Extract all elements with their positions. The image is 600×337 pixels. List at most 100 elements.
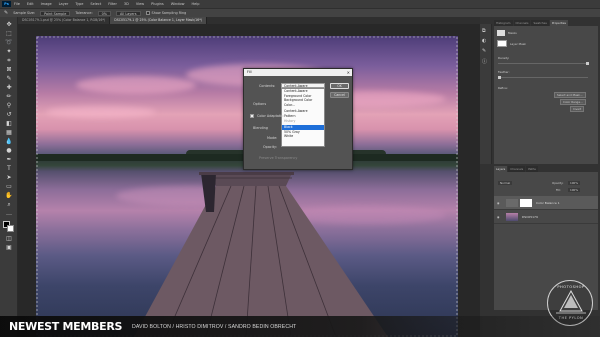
history-panel-icon[interactable]: ⧉: [482, 28, 486, 34]
density-slider[interactable]: [498, 62, 589, 65]
opacity-label: Opacity:: [263, 145, 277, 149]
visibility-eye-icon[interactable]: ◉: [497, 201, 499, 205]
properties-panel: Masks Layer Mask Density: Feather: Refin…: [494, 26, 598, 164]
zoom-tool-icon[interactable]: ⌕: [5, 201, 13, 209]
watermark-line-1: PHOTOSHOP: [557, 285, 585, 289]
menu-item-view[interactable]: View: [136, 2, 144, 6]
color-range-button[interactable]: Color Range...: [560, 99, 586, 105]
fill-dialog: Fill ✕ Contents: Content-Aware Content-A…: [243, 68, 353, 170]
image-thumbnail: [506, 213, 518, 221]
mask-thumbnail: [520, 199, 532, 207]
banner-title: NEWEST MEMBERS: [9, 320, 123, 333]
hand-tool-icon[interactable]: ✋: [5, 192, 13, 200]
shape-tool-icon[interactable]: ▭: [5, 183, 13, 191]
sample-size-label: Sample Size:: [13, 11, 36, 15]
menu-item-3d[interactable]: 3D: [124, 2, 129, 6]
gradient-tool-icon[interactable]: ▦: [5, 129, 13, 137]
menu-item-type[interactable]: Type: [75, 2, 83, 6]
blur-tool-icon[interactable]: 💧: [5, 138, 13, 146]
tolerance-input[interactable]: 0%: [97, 10, 112, 16]
info-panel-icon[interactable]: ⓘ: [482, 58, 487, 65]
adjustment-thumbnail: [506, 199, 518, 207]
panel-icon-strip: ⧉ ◐ ✎ ⓘ: [480, 24, 492, 164]
show-sampling-ring-checkbox[interactable]: Show Sampling Ring: [145, 11, 187, 15]
brush-settings-icon[interactable]: ✎: [482, 48, 486, 54]
contents-options-list: Content-Aware Foreground Color Background …: [281, 88, 325, 147]
menu-item-file[interactable]: File: [14, 2, 20, 6]
color-adaptation-label: Color Adaptation: [257, 114, 286, 118]
crop-tool-icon[interactable]: ⌗: [5, 57, 13, 65]
layer-name: Color Balance 1: [536, 201, 560, 205]
show-sampling-ring-label: Show Sampling Ring: [151, 11, 187, 15]
opacity-label: Opacity:: [552, 181, 564, 185]
background-color-swatch[interactable]: [7, 225, 14, 232]
banner-names: DAVID BOLTON / HRISTO DIMITROV / SANDRO …: [132, 324, 297, 330]
options-bar: ✎ Sample Size: Point Sample Tolerance: 0…: [0, 8, 600, 17]
feather-slider[interactable]: [498, 76, 588, 79]
layer-name: DSC05179: [522, 215, 538, 219]
layer-row[interactable]: ◉ Color Balance 1: [494, 196, 598, 210]
frame-tool-icon[interactable]: ⊠: [5, 66, 13, 74]
document-tabs: DSC05179-1.psd @ 25% (Color Balance 1, R…: [18, 17, 480, 24]
lasso-tool-icon[interactable]: ➰: [5, 39, 13, 47]
menu-item-window[interactable]: Window: [171, 2, 185, 6]
menu-item-image[interactable]: Image: [41, 2, 52, 6]
sample-size-select[interactable]: Point Sample: [40, 10, 71, 16]
healing-brush-tool-icon[interactable]: ✚: [5, 84, 13, 92]
clone-stamp-tool-icon[interactable]: ⚲: [5, 102, 13, 110]
adjustments-panel-icon[interactable]: ◐: [482, 38, 486, 44]
brush-tool-icon[interactable]: ✏: [5, 93, 13, 101]
contents-label: Contents:: [259, 84, 276, 88]
invert-button[interactable]: Invert: [570, 106, 585, 112]
menu-item-help[interactable]: Help: [192, 2, 200, 6]
blend-mode-select[interactable]: Normal: [498, 181, 513, 185]
newest-members-banner: NEWEST MEMBERS DAVID BOLTON / HRISTO DIM…: [0, 316, 600, 337]
preserve-transparency-label: Preserve Transparency: [259, 156, 298, 160]
photoshop-logo: Ps: [2, 1, 11, 7]
sample-layers-select[interactable]: All Layers: [116, 10, 141, 16]
masks-label: Masks: [508, 31, 517, 35]
doc-tab-2[interactable]: DSC05179-1 @ 25% (Color Balance 1, Layer…: [110, 17, 208, 24]
mask-thumbnail: [497, 30, 505, 36]
quick-select-tool-icon[interactable]: ✦: [5, 48, 13, 56]
type-tool-icon[interactable]: T: [5, 165, 13, 173]
canvas-area[interactable]: Fill ✕ Contents: Content-Aware Content-A…: [18, 24, 480, 337]
menu-item-filter[interactable]: Filter: [108, 2, 117, 6]
density-label: Density:: [498, 56, 510, 60]
pen-tool-icon[interactable]: ✒: [5, 156, 13, 164]
menu-item-select[interactable]: Select: [90, 2, 101, 6]
quick-mask-icon[interactable]: ◫: [5, 235, 13, 243]
select-and-mask-button[interactable]: Select and Mask...: [554, 92, 586, 98]
ok-button[interactable]: OK: [330, 83, 349, 89]
opacity-input[interactable]: 100%: [568, 181, 580, 185]
menu-item-plugins[interactable]: Plugins: [151, 2, 164, 6]
dodge-tool-icon[interactable]: ●: [5, 147, 13, 155]
eyedropper-icon[interactable]: ✎: [4, 10, 8, 16]
eraser-tool-icon[interactable]: ◧: [5, 120, 13, 128]
close-icon[interactable]: ✕: [347, 69, 350, 76]
layer-mask-thumbnail[interactable]: [497, 40, 507, 47]
move-tool-icon[interactable]: ✥: [5, 21, 13, 29]
marquee-tool-icon[interactable]: ⬚: [5, 30, 13, 38]
more-tools-icon[interactable]: …: [5, 210, 13, 218]
doc-tab-1[interactable]: DSC05179-1.psd @ 25% (Color Balance 1, R…: [18, 17, 111, 24]
list-item[interactable]: White: [282, 134, 324, 139]
cancel-button[interactable]: Cancel: [330, 92, 349, 98]
fill-input[interactable]: 100%: [568, 188, 580, 192]
menu-item-layer[interactable]: Layer: [59, 2, 69, 6]
tools-panel: ✥ ⬚ ➰ ✦ ⌗ ⊠ ✎ ✚ ✏ ⚲ ↺ ◧ ▦ 💧 ● ✒ T ➤ ▭ ✋ …: [0, 17, 18, 337]
fill-label: Fill:: [556, 188, 561, 192]
tolerance-label: Tolerance:: [75, 11, 93, 15]
color-adaptation-checkbox[interactable]: [250, 114, 254, 118]
menu-bar: Ps File Edit Image Layer Type Select Filter 3D V…: [0, 0, 600, 8]
dialog-title: Fill: [244, 69, 352, 76]
menu-item-edit[interactable]: Edit: [27, 2, 34, 6]
history-brush-tool-icon[interactable]: ↺: [5, 111, 13, 119]
layer-row[interactable]: ◉ DSC05179: [494, 210, 598, 224]
visibility-eye-icon[interactable]: ◉: [497, 215, 499, 219]
options-label: Options: [253, 102, 267, 106]
layer-mask-label: Layer Mask: [510, 42, 526, 46]
screen-mode-icon[interactable]: ▣: [5, 244, 13, 252]
path-select-tool-icon[interactable]: ➤: [5, 174, 13, 182]
eyedropper-tool-icon[interactable]: ✎: [5, 75, 13, 83]
